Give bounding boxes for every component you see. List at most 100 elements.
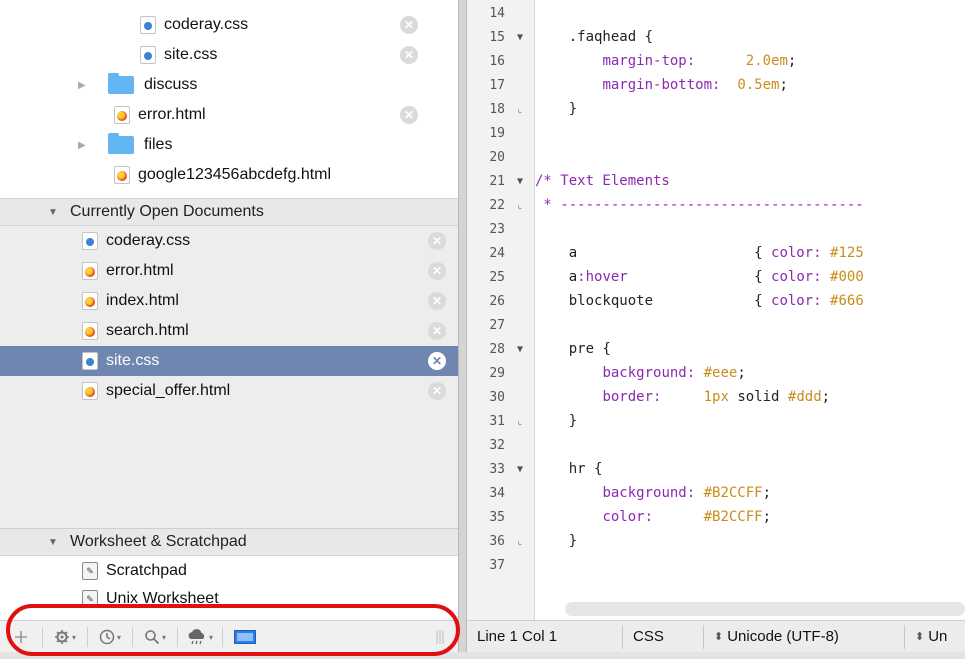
close-icon[interactable]: ✕	[400, 106, 418, 124]
fold-end-icon: ⌞	[517, 104, 524, 115]
language-popup[interactable]: CSS	[623, 624, 704, 649]
file-tree-item[interactable]: coderay.css ✕	[0, 10, 458, 40]
open-document-label: search.html	[106, 322, 189, 339]
line-number: 19	[489, 126, 505, 141]
open-document-item[interactable]: search.html ✕	[0, 316, 458, 346]
worksheet-item[interactable]: ✎ Scratchpad	[0, 556, 458, 586]
open-documents-header[interactable]: ▼ Currently Open Documents	[0, 198, 458, 226]
chevron-down-icon: ▾	[71, 632, 76, 642]
clock-icon[interactable]: ▾	[88, 625, 132, 649]
search-icon[interactable]: ▾	[133, 625, 177, 649]
close-icon[interactable]: ✕	[428, 232, 446, 250]
sidebar: coderay.css ✕ site.css ✕ ▶ discuss error.html ✕…	[0, 0, 458, 659]
pane-splitter[interactable]	[458, 0, 467, 659]
updown-arrows-icon: ⬍	[714, 631, 724, 643]
line-endings-popup[interactable]: ⬍ Un	[905, 625, 957, 649]
line-number: 22	[489, 198, 505, 213]
file-tree-item[interactable]: google123456abcdefg.html	[0, 160, 458, 190]
horizontal-scrollbar[interactable]	[565, 602, 965, 616]
line-number-gutter: 14 15 ▼ 16 17 18 ⌞ 19 20 21 ▼ 22 ⌞ 23 24 25 26 27 28 ▼ 29 30 3…	[467, 0, 535, 620]
html-file-icon	[82, 262, 98, 280]
css-file-icon	[82, 352, 98, 370]
worksheet-icon: ✎	[82, 562, 98, 580]
worksheet-label: Worksheet & Scratchpad	[70, 533, 247, 550]
open-document-item[interactable]: special_offer.html ✕	[0, 376, 458, 406]
disclosure-right-icon[interactable]: ▶	[78, 80, 86, 91]
code-line: margin-top: 2.0em;	[602, 53, 797, 69]
gear-icon[interactable]: ▾	[43, 625, 87, 649]
close-icon[interactable]: ✕	[428, 262, 446, 280]
fold-triangle-icon[interactable]: ▼	[517, 344, 523, 355]
open-document-label: site.css	[106, 352, 160, 369]
css-file-icon	[82, 232, 98, 250]
open-document-item[interactable]: coderay.css ✕	[0, 226, 458, 256]
open-document-label: error.html	[106, 262, 174, 279]
line-number: 15	[489, 30, 505, 45]
code-line: border: 1px solid #ddd;	[602, 389, 831, 405]
cloud-icon[interactable]: ▾	[178, 625, 222, 649]
resize-grip-icon[interactable]	[430, 625, 450, 649]
worksheet-header[interactable]: ▼ Worksheet & Scratchpad	[0, 528, 458, 556]
worksheet-label: Unix Worksheet	[106, 590, 219, 607]
updown-arrows-icon: ⬍	[915, 631, 925, 643]
chevron-down-icon: ▾	[161, 632, 166, 642]
disclosure-right-icon[interactable]: ▶	[78, 140, 86, 151]
fold-triangle-icon[interactable]: ▼	[517, 32, 523, 43]
fold-end-icon: ⌞	[517, 200, 524, 211]
open-document-label: coderay.css	[106, 232, 191, 249]
close-icon[interactable]: ✕	[428, 382, 446, 400]
code-line: /* Text Elements	[535, 173, 670, 189]
code-line: blockquote { color: #666	[535, 293, 864, 309]
encoding-popup[interactable]: ⬍ Unicode (UTF-8)	[704, 624, 905, 649]
code-line: margin-bottom: 0.5em;	[602, 77, 788, 93]
code-line: .faqhead {	[535, 29, 654, 45]
html-file-icon	[114, 166, 130, 184]
fold-triangle-icon[interactable]: ▼	[517, 176, 523, 187]
close-icon[interactable]: ✕	[400, 16, 418, 34]
line-number: 37	[489, 558, 505, 573]
open-document-item[interactable]: site.css ✕	[0, 346, 458, 376]
code-line: pre {	[535, 341, 611, 357]
code-line: }	[535, 413, 578, 429]
code-line: a { color: #125	[535, 245, 864, 261]
code-line: background: #B2CCFF;	[602, 485, 772, 501]
line-number: 34	[489, 486, 505, 501]
worksheet-item[interactable]: ✎ Unix Worksheet	[0, 584, 458, 614]
file-tree-item[interactable]: ▶ discuss	[0, 70, 458, 100]
close-icon[interactable]: ✕	[428, 322, 446, 340]
file-tree-item[interactable]: ▶ files	[0, 130, 458, 160]
line-number: 26	[489, 294, 505, 309]
code-line: a:hover { color: #000	[535, 269, 864, 285]
file-tree-item[interactable]: site.css ✕	[0, 40, 458, 70]
file-tree-label: discuss	[144, 76, 198, 93]
code-editor[interactable]: .faqhead { margin-top: 2.0em; margin-bot…	[535, 0, 965, 620]
disclosure-down-icon[interactable]: ▼	[48, 537, 64, 548]
line-number: 21	[489, 174, 505, 189]
fold-triangle-icon[interactable]: ▼	[517, 464, 523, 475]
code-line: }	[535, 533, 578, 549]
html-file-icon	[82, 382, 98, 400]
close-icon[interactable]: ✕	[428, 352, 446, 370]
chevron-down-icon: ▾	[208, 632, 213, 642]
code-line: background: #eee;	[602, 365, 746, 381]
html-file-icon	[82, 292, 98, 310]
file-tree-item[interactable]: error.html ✕	[0, 100, 458, 130]
line-number: 30	[489, 390, 505, 405]
disclosure-down-icon[interactable]: ▼	[48, 207, 64, 218]
css-file-icon	[140, 46, 156, 64]
worksheet-icon: ✎	[82, 590, 98, 608]
close-icon[interactable]: ✕	[400, 46, 418, 64]
plus-icon[interactable]	[0, 625, 42, 649]
line-number: 28	[489, 342, 505, 357]
line-number: 32	[489, 438, 505, 453]
folder-icon	[108, 73, 134, 94]
cursor-position[interactable]: Line 1 Col 1	[467, 624, 623, 649]
layout-icon[interactable]	[223, 625, 267, 649]
open-document-item[interactable]: index.html ✕	[0, 286, 458, 316]
file-tree-label: site.css	[164, 46, 218, 63]
close-icon[interactable]: ✕	[428, 292, 446, 310]
open-document-item[interactable]: error.html ✕	[0, 256, 458, 286]
line-number: 31	[489, 414, 505, 429]
language-label: CSS	[633, 628, 664, 645]
files-tree: coderay.css ✕ site.css ✕ ▶ discuss error.html ✕…	[0, 0, 458, 198]
